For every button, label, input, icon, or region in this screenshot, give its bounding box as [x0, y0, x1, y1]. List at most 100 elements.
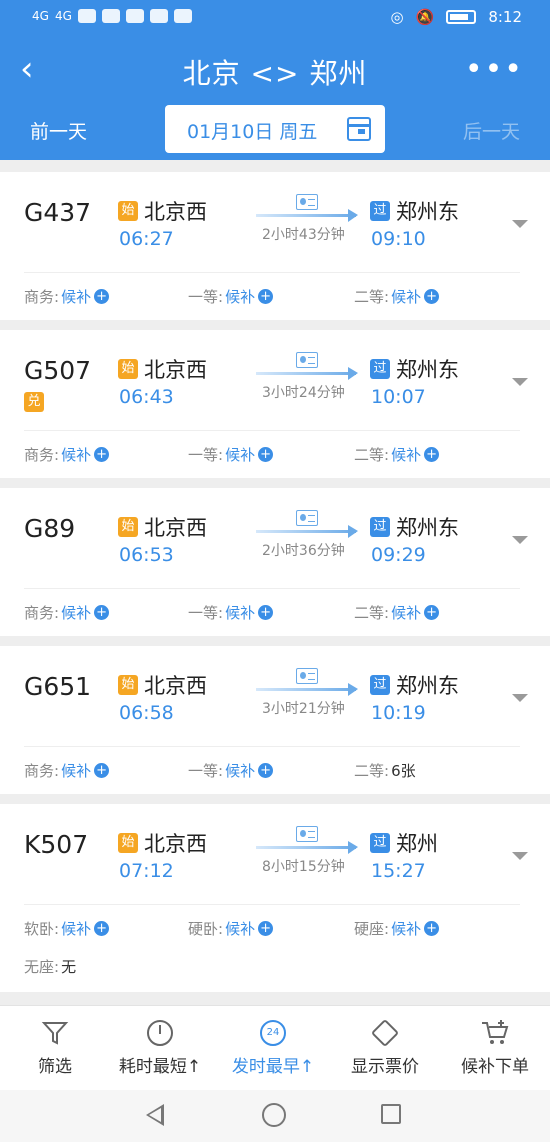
- filter-button[interactable]: 筛选: [0, 1014, 110, 1077]
- add-waitlist-icon[interactable]: +: [94, 605, 110, 620]
- chevron-down-icon[interactable]: [512, 694, 528, 702]
- departure-time: 07:12: [119, 860, 174, 882]
- nav-label: 耗时最短↑: [118, 1057, 202, 1077]
- trip-duration: 2小时43分钟: [262, 227, 345, 243]
- train-card[interactable]: G507 兑 始 北京西 06:43 3小时24分钟 过 郑州东 10:07 商务: 候…: [0, 330, 550, 478]
- calendar-icon: [347, 117, 371, 141]
- add-waitlist-icon[interactable]: +: [258, 605, 274, 620]
- seat-class[interactable]: 软卧: 候补 +: [24, 918, 110, 939]
- wechat-icon: [173, 9, 192, 23]
- seat-availability: 候补: [61, 604, 92, 622]
- seat-availability: 候补: [61, 762, 92, 780]
- seat-class[interactable]: 一等: 候补 +: [188, 760, 274, 781]
- origin-badge: 始: [118, 675, 138, 695]
- departure-station-name: 北京西: [144, 200, 207, 224]
- chevron-down-icon[interactable]: [512, 220, 528, 228]
- departure-time: 06:58: [119, 702, 174, 724]
- seat-class-label: 商务:: [24, 288, 60, 306]
- previous-day-button[interactable]: 前一天: [30, 117, 87, 144]
- train-number: G651: [24, 672, 92, 701]
- more-options-icon[interactable]: •••: [465, 52, 524, 87]
- arrival-time: 15:27: [371, 860, 426, 882]
- train-card[interactable]: G89 始 北京西 06:53 2小时36分钟 过 郑州东 09:29 商务: 候补 …: [0, 488, 550, 636]
- add-waitlist-icon[interactable]: +: [424, 921, 440, 936]
- departure-station-name: 北京西: [144, 674, 207, 698]
- waitlist-order-button[interactable]: 候补下单: [440, 1014, 550, 1077]
- timer-icon: [147, 1020, 173, 1046]
- system-back-icon[interactable]: [146, 1104, 164, 1126]
- seat-class-label: 无座:: [24, 958, 60, 976]
- arrival-station: 过 郑州: [370, 828, 438, 858]
- arrival-station: 过 郑州东: [370, 512, 459, 542]
- train-number: K507: [24, 830, 89, 859]
- location-icon: ◎: [390, 8, 404, 26]
- seat-class-label: 一等:: [188, 288, 224, 306]
- seat-availability: 候补: [225, 288, 256, 306]
- add-waitlist-icon[interactable]: +: [424, 447, 440, 462]
- arrival-time: 09:29: [371, 544, 426, 566]
- add-waitlist-icon[interactable]: +: [424, 605, 440, 620]
- seat-class[interactable]: 商务: 候补 +: [24, 286, 110, 307]
- add-waitlist-icon[interactable]: +: [94, 289, 110, 304]
- system-home-icon[interactable]: [262, 1103, 286, 1127]
- seat-class[interactable]: 二等: 候补 +: [354, 286, 440, 307]
- train-card[interactable]: G437 始 北京西 06:27 2小时43分钟 过 郑州东 09:10 商务: 候补…: [0, 172, 550, 320]
- add-waitlist-icon[interactable]: +: [258, 921, 274, 936]
- origin-badge: 始: [118, 359, 138, 379]
- arrival-time: 10:07: [371, 386, 426, 408]
- seat-class[interactable]: 硬座: 候补 +: [354, 918, 440, 939]
- nav-label: 筛选: [38, 1057, 72, 1077]
- status-bar: 4G 4G ◎ 🔕 8:12: [0, 0, 550, 36]
- date-picker[interactable]: 01月10日 周五: [165, 105, 385, 153]
- seat-class[interactable]: 二等: 候补 +: [354, 444, 440, 465]
- arrival-station-name: 郑州东: [396, 200, 459, 224]
- seat-availability: 候补: [225, 762, 256, 780]
- add-waitlist-icon[interactable]: +: [94, 921, 110, 936]
- seat-availability: 候补: [225, 920, 256, 938]
- seat-class[interactable]: 二等: 候补 +: [354, 602, 440, 623]
- route-arrow: [256, 841, 358, 854]
- top-bar: 4G 4G ◎ 🔕 8:12 ‹ 北京 <> 郑州 ••• 前一天 01月10日…: [0, 0, 550, 160]
- chevron-down-icon[interactable]: [512, 378, 528, 386]
- departure-station: 始 北京西: [118, 196, 207, 226]
- show-price-button[interactable]: 显示票价: [330, 1014, 440, 1077]
- add-waitlist-icon[interactable]: +: [94, 763, 110, 778]
- sort-departure-button[interactable]: 24 发时最早↑: [218, 1014, 328, 1077]
- add-waitlist-icon[interactable]: +: [258, 447, 274, 462]
- seat-class[interactable]: 商务: 候补 +: [24, 760, 110, 781]
- chevron-down-icon[interactable]: [512, 536, 528, 544]
- seat-class-label: 一等:: [188, 762, 224, 780]
- sort-duration-button[interactable]: 耗时最短↑: [105, 1014, 215, 1077]
- arrival-station-name: 郑州东: [396, 516, 459, 540]
- nav-label: 显示票价: [351, 1057, 419, 1077]
- seat-class[interactable]: 硬卧: 候补 +: [188, 918, 274, 939]
- seat-class-label: 一等:: [188, 604, 224, 622]
- trip-duration: 8小时15分钟: [262, 859, 345, 875]
- seat-class[interactable]: 商务: 候补 +: [24, 602, 110, 623]
- chevron-down-icon[interactable]: [512, 852, 528, 860]
- add-waitlist-icon[interactable]: +: [258, 289, 274, 304]
- add-waitlist-icon[interactable]: +: [424, 289, 440, 304]
- next-day-button[interactable]: 后一天: [463, 117, 520, 144]
- seat-class-label: 商务:: [24, 446, 60, 464]
- departure-time: 06:27: [119, 228, 174, 250]
- arrival-station-name: 郑州东: [396, 358, 459, 382]
- add-waitlist-icon[interactable]: +: [258, 763, 274, 778]
- seat-class[interactable]: 一等: 候补 +: [188, 444, 274, 465]
- divider: [24, 746, 520, 747]
- departure-station: 始 北京西: [118, 354, 207, 384]
- arrival-station: 过 郑州东: [370, 670, 459, 700]
- seat-class: 二等: 6张: [354, 760, 416, 781]
- departure-time: 06:43: [119, 386, 174, 408]
- system-recents-icon[interactable]: [381, 1104, 401, 1124]
- seat-class-label: 二等:: [354, 762, 390, 780]
- divider: [24, 272, 520, 273]
- train-card[interactable]: K507 始 北京西 07:12 8小时15分钟 过 郑州 15:27 软卧: 候补 …: [0, 804, 550, 992]
- signal-icon: 4G: [32, 9, 49, 23]
- arrival-time: 10:19: [371, 702, 426, 724]
- seat-class[interactable]: 商务: 候补 +: [24, 444, 110, 465]
- seat-class[interactable]: 一等: 候补 +: [188, 286, 274, 307]
- seat-class[interactable]: 一等: 候补 +: [188, 602, 274, 623]
- train-card[interactable]: G651 始 北京西 06:58 3小时21分钟 过 郑州东 10:19 商务: 候补…: [0, 646, 550, 794]
- add-waitlist-icon[interactable]: +: [94, 447, 110, 462]
